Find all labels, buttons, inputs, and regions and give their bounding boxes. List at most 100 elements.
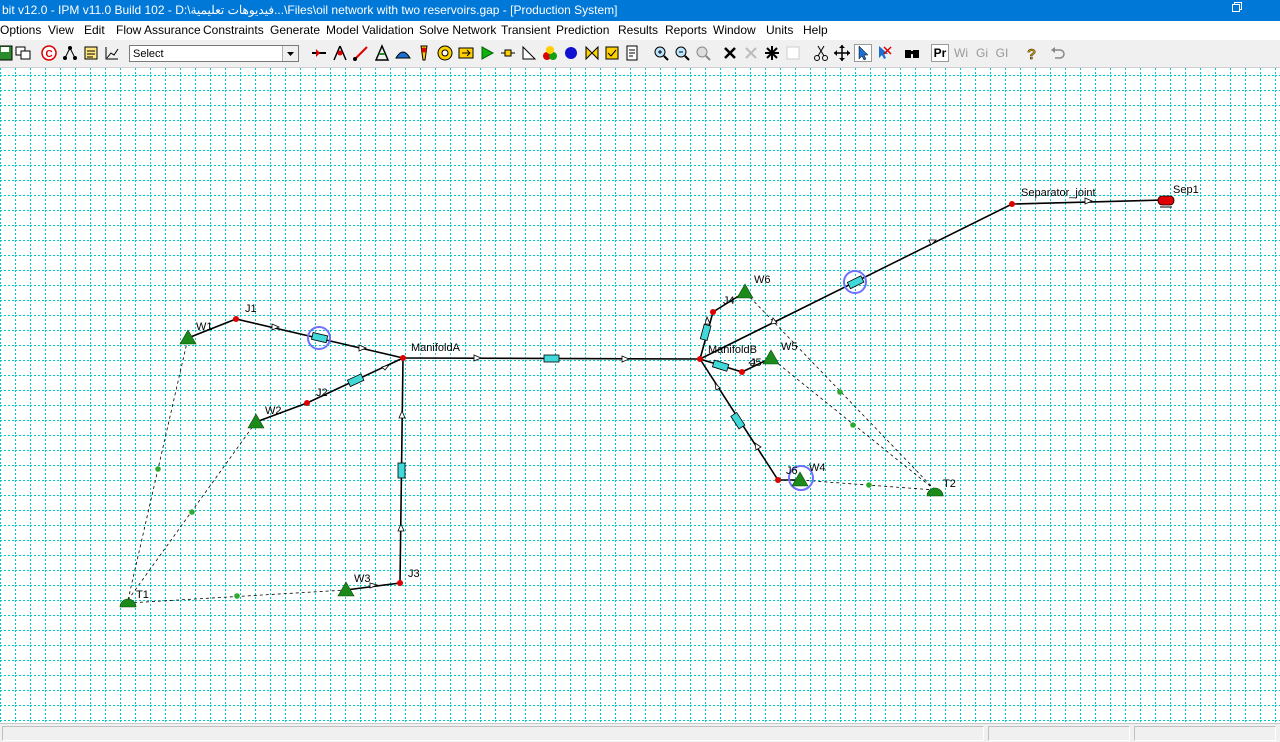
well-tool-icon[interactable] <box>310 44 328 62</box>
label-w6: W6 <box>754 274 771 286</box>
window-title: bit v12.0 - IPM v11.0 Build 102 - D:\فيد… <box>2 3 618 17</box>
wi-mode-button[interactable]: Wi <box>952 44 970 62</box>
canvas-grid <box>0 68 1280 723</box>
joint-tool-icon[interactable] <box>331 44 349 62</box>
menu-edit[interactable]: Edit <box>84 23 105 37</box>
delete-icon[interactable] <box>721 44 739 62</box>
tank-tool-icon[interactable] <box>394 44 412 62</box>
joint-manifoldb[interactable] <box>697 356 703 362</box>
bowtie-icon[interactable] <box>583 44 601 62</box>
joint-manifolda[interactable] <box>400 355 406 361</box>
save-icon[interactable] <box>0 44 14 62</box>
restore-icon[interactable] <box>1232 2 1242 12</box>
link-midpoint[interactable] <box>189 509 195 515</box>
menu-generate[interactable]: Generate <box>270 23 320 37</box>
zoom-fit-icon[interactable] <box>694 44 712 62</box>
label-j2: J2 <box>316 387 328 399</box>
menu-reports[interactable]: Reports <box>665 23 707 37</box>
menu-bar: Options View Edit Flow Assurance Constra… <box>0 21 1280 40</box>
disable-icon[interactable] <box>742 44 760 62</box>
label-t2: T2 <box>943 478 956 490</box>
menu-help[interactable]: Help <box>803 23 828 37</box>
link-midpoint[interactable] <box>837 389 843 395</box>
menu-options[interactable]: Options <box>0 23 41 37</box>
move-icon[interactable] <box>833 44 851 62</box>
menu-solve-network[interactable]: Solve Network <box>419 23 496 37</box>
windows-icon[interactable] <box>14 44 32 62</box>
find-icon[interactable] <box>903 44 921 62</box>
joint-j2[interactable] <box>304 400 310 406</box>
status-pane <box>988 726 1130 741</box>
joint-j6[interactable] <box>775 477 781 483</box>
joint-j1[interactable] <box>233 316 239 322</box>
link-tool-icon[interactable] <box>352 44 370 62</box>
label-w3: W3 <box>354 573 371 585</box>
cut-icon[interactable] <box>812 44 830 62</box>
zoom-out-icon[interactable] <box>673 44 691 62</box>
gi2-mode-button[interactable]: GI <box>993 44 1011 62</box>
label-j4: J4 <box>723 295 735 307</box>
label-j3: J3 <box>408 568 420 580</box>
label-w5: W5 <box>781 341 798 353</box>
plot-icon[interactable] <box>103 44 121 62</box>
pump-tool-icon[interactable] <box>457 44 475 62</box>
network-tree-icon[interactable] <box>61 44 79 62</box>
inflow-tool-icon[interactable] <box>373 44 391 62</box>
label-separator-joint: Separator_joint <box>1021 187 1096 199</box>
menu-window[interactable]: Window <box>713 23 756 37</box>
undo-icon[interactable] <box>1049 44 1067 62</box>
label-j5: J5 <box>750 357 762 369</box>
copyright-icon[interactable]: C <box>40 44 58 62</box>
zoom-in-icon[interactable] <box>652 44 670 62</box>
pipe-equipment-item[interactable] <box>543 354 560 363</box>
svg-text:C: C <box>46 49 53 60</box>
run-icon[interactable] <box>478 44 496 62</box>
chevron-down-icon[interactable] <box>282 46 298 61</box>
pipe-equipment-item[interactable] <box>397 462 406 479</box>
blank-tool-icon[interactable] <box>784 44 802 62</box>
label-w1: W1 <box>196 321 213 333</box>
menu-results[interactable]: Results <box>618 23 658 37</box>
joint-j5[interactable] <box>739 369 745 375</box>
menu-units[interactable]: Units <box>766 23 793 37</box>
menu-flow-assurance[interactable]: Flow Assurance <box>116 23 201 37</box>
gi-mode-button[interactable]: Gi <box>973 44 991 62</box>
joint-separator[interactable] <box>1009 201 1015 207</box>
select-arrow-icon[interactable] <box>854 44 872 62</box>
title-bar: bit v12.0 - IPM v11.0 Build 102 - D:\فيد… <box>0 0 1280 21</box>
select-value: Select <box>133 48 164 60</box>
compressor-tool-icon[interactable] <box>436 44 454 62</box>
choke-tool-icon[interactable] <box>415 44 433 62</box>
network-canvas[interactable]: W1 J1 W2 J2 W3 J3 T1 ManifoldA ManifoldB… <box>0 68 1280 723</box>
label-manifolda: ManifoldA <box>411 342 461 354</box>
help-icon[interactable]: ? <box>1022 44 1040 62</box>
object-select-dropdown[interactable]: Select <box>129 45 299 62</box>
menu-view[interactable]: View <box>48 23 74 37</box>
label-sep1: Sep1 <box>1173 184 1199 196</box>
link-midpoint[interactable] <box>866 482 872 488</box>
link-midpoint[interactable] <box>155 466 161 472</box>
joint-j4[interactable] <box>710 309 716 315</box>
menu-model-validation[interactable]: Model Validation <box>326 23 414 37</box>
status-pane <box>1134 726 1276 741</box>
pr-mode-button[interactable]: Pr <box>931 44 949 62</box>
notes-icon[interactable] <box>82 44 100 62</box>
node-icon[interactable] <box>562 44 580 62</box>
label-j1: J1 <box>245 303 257 315</box>
link-midpoint[interactable] <box>850 422 856 428</box>
label-w2: W2 <box>265 405 282 417</box>
link-midpoint[interactable] <box>234 593 240 599</box>
group-icon[interactable] <box>541 44 559 62</box>
step-icon[interactable] <box>499 44 517 62</box>
label-j6: J6 <box>786 465 798 477</box>
menu-prediction[interactable]: Prediction <box>556 23 609 37</box>
joint-j3[interactable] <box>397 580 403 586</box>
validate-icon[interactable] <box>603 44 621 62</box>
status-pane-main <box>2 726 984 741</box>
menu-transient[interactable]: Transient <box>501 23 551 37</box>
report-icon[interactable] <box>624 44 642 62</box>
mask-icon[interactable] <box>763 44 781 62</box>
menu-constraints[interactable]: Constraints <box>203 23 264 37</box>
unlink-icon[interactable] <box>875 44 893 62</box>
angle-icon[interactable] <box>520 44 538 62</box>
